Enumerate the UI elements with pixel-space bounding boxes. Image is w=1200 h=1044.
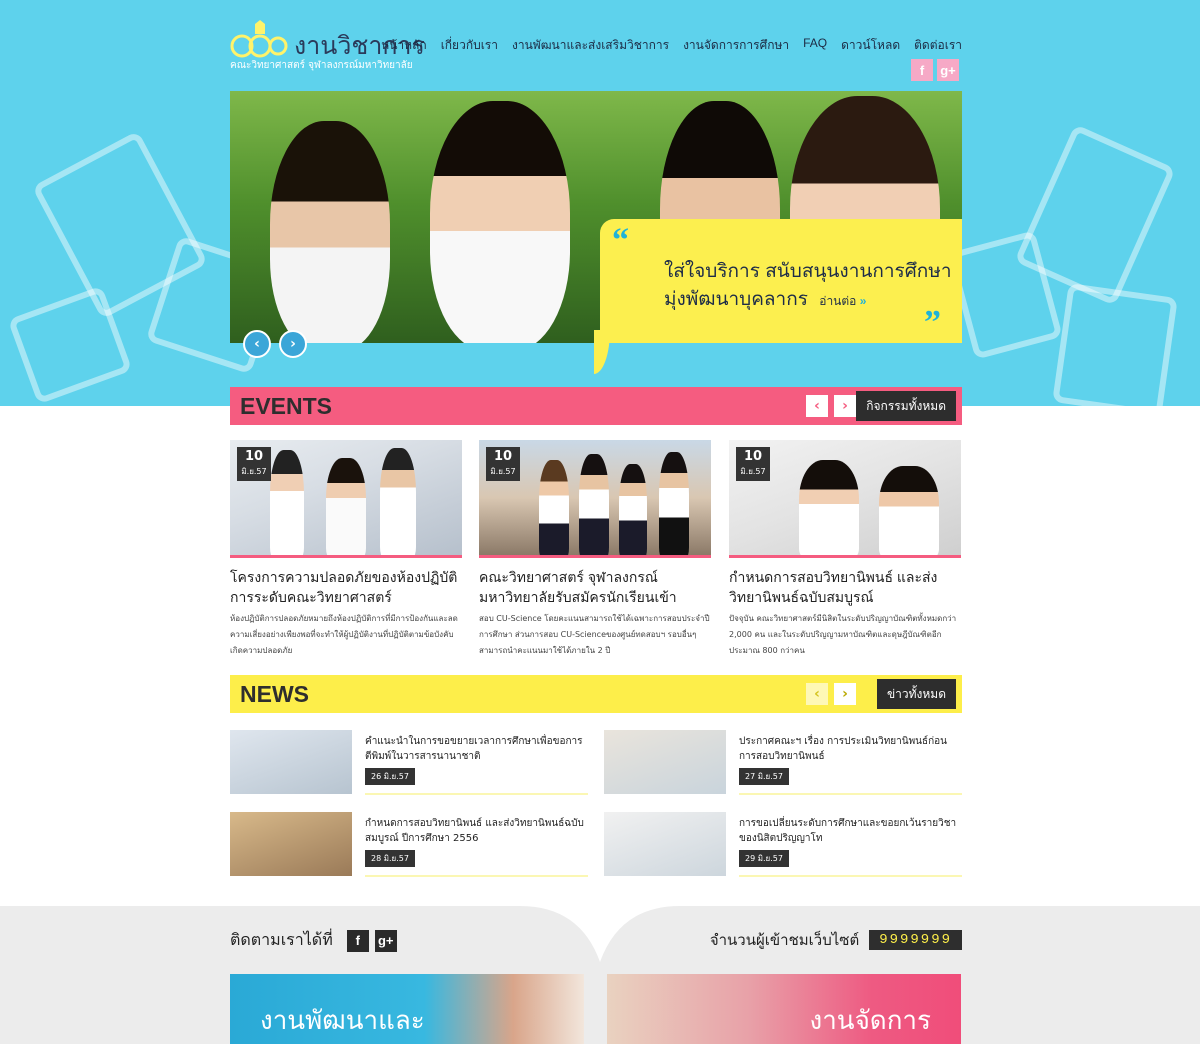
event-image: 10 มิ.ย.57: [479, 440, 711, 558]
main-nav: หน้าหลัก เกี่ยวกับเรา งานพัฒนาและส่งเสริ…: [381, 36, 962, 55]
news-thumbnail: [230, 812, 352, 876]
event-date-badge: 10 มิ.ย.57: [486, 447, 520, 481]
hero-quote-line2: มุ่งพัฒนาบุคลากร อ่านต่อ »: [664, 284, 866, 314]
chevron-right-icon: ›: [290, 336, 296, 352]
nav-item-about[interactable]: เกี่ยวกับเรา: [441, 36, 498, 55]
event-title[interactable]: กำหนดการสอบวิทยานิพนธ์ และส่งวิทยานิพนธ์…: [729, 567, 961, 607]
news-title: NEWS: [240, 680, 309, 707]
promo-education-management[interactable]: งานจัดการ: [607, 974, 961, 1044]
event-image: 10 มิ.ย.57: [729, 440, 961, 558]
divider: [365, 793, 588, 795]
nav-item-download[interactable]: ดาวน์โหลด: [841, 36, 900, 55]
faculty-emblem-icon: [230, 20, 288, 58]
nav-item-faq[interactable]: FAQ: [803, 36, 827, 55]
promo-right-label: งานจัดการ: [809, 1005, 932, 1035]
facebook-icon[interactable]: f: [911, 59, 933, 81]
facebook-icon[interactable]: f: [346, 929, 369, 952]
events-header-bar: EVENTS ‹ › กิจกรรมทั้งหมด: [230, 387, 962, 425]
event-title[interactable]: โครงการความปลอดภัยของห้องปฏิบัติการระดับ…: [230, 567, 462, 607]
chevron-left-icon: ‹: [814, 398, 820, 414]
footer-notch-decoration: [520, 906, 680, 962]
event-day: 10: [493, 449, 513, 464]
visitors-label: จำนวนผู้เข้าชมเว็บไซต์: [709, 932, 860, 949]
chevron-left-icon: ‹: [254, 336, 260, 352]
follow-us: ติดตามเราได้ที่ f g+: [230, 928, 397, 953]
all-news-button[interactable]: ข่าวทั้งหมด: [876, 679, 956, 709]
event-card[interactable]: 10 มิ.ย.57 คณะวิทยาศาสตร์ จุฬาลงกรณ์มหาว…: [479, 440, 711, 659]
google-plus-icon[interactable]: g+: [374, 929, 397, 952]
event-date-badge: 10 มิ.ย.57: [736, 447, 770, 481]
news-date: 28 มิ.ย.57: [365, 850, 415, 867]
open-quote-icon: “: [612, 222, 629, 259]
news-pager: ‹ ›: [806, 683, 856, 705]
hero-quote-line1: ใส่ใจบริการ สนับสนุนงานการศึกษา: [664, 261, 952, 282]
event-excerpt: ปัจจุบัน คณะวิทยาศาสตร์มีนิสิตในระดับปริ…: [729, 614, 957, 655]
double-chevron-right-icon: »: [859, 294, 867, 308]
news-item[interactable]: คำแนะนำในการขอขยายเวลาการศึกษาเพื่อขอการ…: [230, 730, 588, 796]
all-events-button[interactable]: กิจกรรมทั้งหมด: [856, 391, 956, 421]
nav-item-home[interactable]: หน้าหลัก: [381, 36, 426, 55]
nav-item-contact[interactable]: ติดต่อเรา: [914, 36, 962, 55]
news-date: 29 มิ.ย.57: [739, 850, 789, 867]
event-card[interactable]: 10 มิ.ย.57 โครงการความปลอดภัยของห้องปฏิบ…: [230, 440, 462, 659]
divider: [365, 875, 588, 877]
header-social-links: f g+: [911, 59, 959, 81]
events-prev-button[interactable]: ‹: [806, 395, 828, 417]
event-day: 10: [743, 449, 763, 464]
event-month: มิ.ย.57: [241, 467, 267, 476]
events-pager: ‹ ›: [806, 395, 856, 417]
news-title[interactable]: กำหนดการสอบวิทยานิพนธ์ และส่งวิทยานิพนธ์…: [365, 816, 587, 846]
news-prev-button[interactable]: ‹: [806, 683, 828, 705]
read-more-label: อ่านต่อ: [819, 294, 857, 308]
close-quote-icon: ”: [924, 304, 941, 341]
event-card[interactable]: 10 มิ.ย.57 กำหนดการสอบวิทยานิพนธ์ และส่ง…: [729, 440, 961, 659]
book-decoration-icon: [1052, 282, 1178, 406]
slider-prev-button[interactable]: ‹: [243, 330, 271, 358]
news-item[interactable]: กำหนดการสอบวิทยานิพนธ์ และส่งวิทยานิพนธ์…: [230, 812, 588, 878]
event-month: มิ.ย.57: [490, 467, 516, 476]
google-plus-icon[interactable]: g+: [937, 59, 959, 81]
read-more-link[interactable]: อ่านต่อ »: [819, 294, 866, 308]
chevron-left-icon: ‹: [814, 686, 820, 702]
events-title: EVENTS: [240, 392, 333, 419]
event-day: 10: [244, 449, 264, 464]
nav-item-academic-development[interactable]: งานพัฒนาและส่งเสริมวิชาการ: [512, 36, 669, 55]
event-excerpt: สอบ CU-Science โดยคะแนนสามารถใช้ได้เฉพาะ…: [479, 614, 710, 655]
slider-next-button[interactable]: ›: [279, 330, 307, 358]
news-title[interactable]: คำแนะนำในการขอขยายเวลาการศึกษาเพื่อขอการ…: [365, 734, 587, 764]
site-subtitle: คณะวิทยาศาสตร์ จุฬาลงกรณ์มหาวิทยาลัย: [230, 60, 413, 71]
promo-academic-development[interactable]: งานพัฒนาและ: [230, 974, 584, 1044]
news-title[interactable]: ประกาศคณะฯ เรื่อง การประเมินวิทยานิพนธ์ก…: [739, 734, 961, 764]
news-item[interactable]: การขอเปลี่ยนระดับการศึกษาและขอยกเว้นรายว…: [604, 812, 962, 878]
promo-left-label: งานพัฒนาและ: [260, 1005, 425, 1035]
news-item[interactable]: ประกาศคณะฯ เรื่อง การประเมินวิทยานิพนธ์ก…: [604, 730, 962, 796]
chevron-right-icon: ›: [842, 686, 848, 702]
news-date: 26 มิ.ย.57: [365, 768, 415, 785]
slider-controls: ‹ ›: [243, 330, 307, 358]
visitor-count: 9999999: [869, 930, 962, 950]
hero-quote-line2-text: มุ่งพัฒนาบุคลากร: [664, 289, 808, 310]
chevron-right-icon: ›: [842, 398, 848, 414]
news-next-button[interactable]: ›: [834, 683, 856, 705]
event-month: มิ.ย.57: [740, 467, 766, 476]
visitor-counter: จำนวนผู้เข้าชมเว็บไซต์ 9999999: [710, 928, 962, 952]
event-image: 10 มิ.ย.57: [230, 440, 462, 558]
event-date-badge: 10 มิ.ย.57: [237, 447, 271, 481]
news-thumbnail: [604, 730, 726, 794]
divider: [739, 875, 962, 877]
news-header-bar: NEWS ‹ › ข่าวทั้งหมด: [230, 675, 962, 713]
event-excerpt: ห้องปฏิบัติการปลอดภัยหมายถึงห้องปฏิบัติก…: [230, 614, 458, 655]
news-date: 27 มิ.ย.57: [739, 768, 789, 785]
news-thumbnail: [230, 730, 352, 794]
event-title[interactable]: คณะวิทยาศาสตร์ จุฬาลงกรณ์มหาวิทยาลัยรับส…: [479, 567, 711, 607]
events-next-button[interactable]: ›: [834, 395, 856, 417]
news-thumbnail: [604, 812, 726, 876]
follow-label: ติดตามเราได้ที่: [230, 932, 333, 949]
news-title[interactable]: การขอเปลี่ยนระดับการศึกษาและขอยกเว้นรายว…: [739, 816, 961, 846]
nav-item-education-management[interactable]: งานจัดการการศึกษา: [683, 36, 789, 55]
divider: [739, 793, 962, 795]
